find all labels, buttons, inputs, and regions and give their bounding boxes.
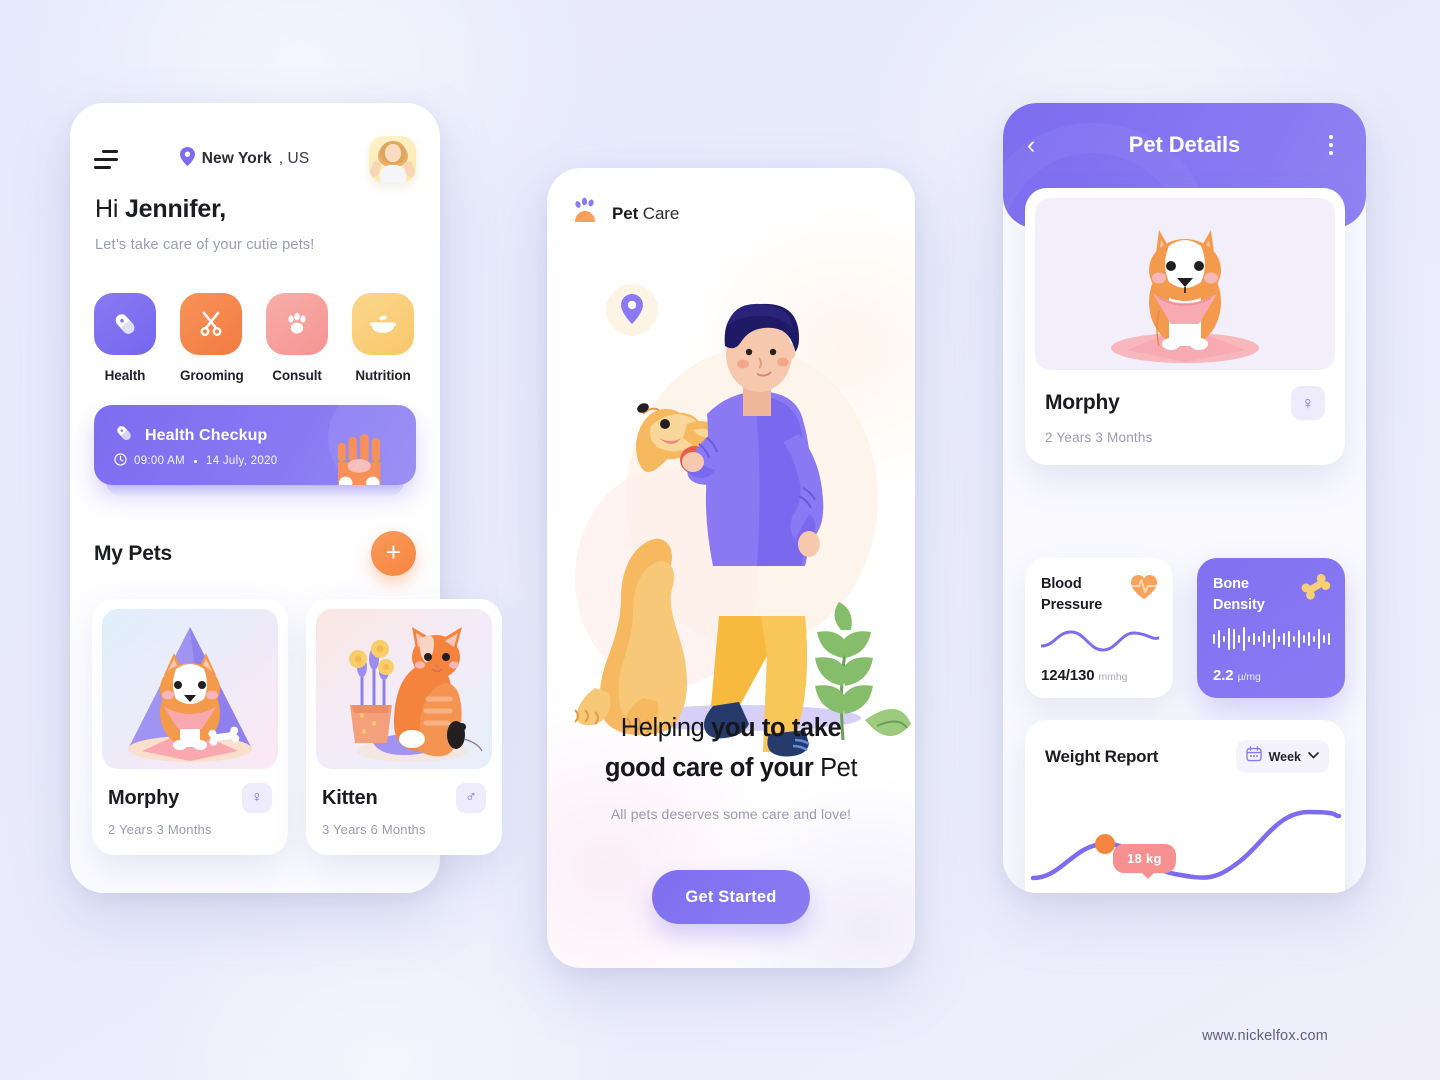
my-pets-header: My Pets + (94, 531, 416, 576)
location-selector[interactable]: New York , US (120, 147, 369, 171)
chevron-left-icon[interactable]: ‹ (1027, 132, 1049, 158)
get-started-button[interactable]: Get Started (652, 870, 810, 924)
category-health[interactable]: Health (94, 293, 156, 383)
bone-icon (1301, 572, 1331, 602)
bone-density-waveform (1213, 624, 1331, 656)
checkup-date: 14 July, 2020 (206, 455, 278, 467)
pet-card-info: Kitten ♂ 3 Years 6 Months (306, 769, 502, 855)
scissors-icon (180, 293, 242, 355)
stat-label: Bone Density (1213, 576, 1265, 613)
bp-wave-graph (1039, 624, 1161, 656)
page-title: Pet Details (1128, 132, 1241, 157)
category-label: Grooming (180, 368, 244, 383)
pet-name: Morphy (108, 786, 180, 809)
stat-value: 124/130 mmhg (1041, 667, 1128, 684)
pet-name: Morphy (1045, 391, 1120, 414)
weight-chart-svg (1030, 809, 1342, 881)
greeting-subtitle: Let’s take care of your cutie pets! (95, 237, 315, 253)
range-label: Week (1268, 749, 1301, 764)
onboarding-screen-phone: Pet Care Helping you to take good care o… (547, 168, 915, 968)
category-list: Health Grooming Consult Nutrition (94, 293, 414, 383)
pet-age: 2 Years 3 Months (108, 822, 212, 837)
heart-rate-icon (1129, 572, 1159, 602)
separator-dot (194, 459, 197, 463)
footer-website-url: www.nickelfox.com (1202, 1028, 1328, 1044)
onboarding-copy: Helping you to take good care of your Pe… (547, 708, 915, 822)
food-bowl-icon (352, 293, 414, 355)
gender-badge-male: ♂ (456, 783, 486, 813)
checkup-time: 09:00 AM (134, 455, 185, 467)
checkup-title: Health Checkup (145, 426, 268, 444)
chevron-down-icon (1308, 751, 1319, 762)
app-brand: Pet Care (571, 196, 679, 231)
onboarding-subtitle: All pets deserves some care and love! (610, 806, 852, 822)
hamburger-menu-icon[interactable] (94, 149, 120, 169)
pill-icon (114, 423, 134, 448)
home-screen-phone: New York , US Hi Jennifer, Let’s take car… (70, 103, 502, 893)
greeting-block: Hi Jennifer, Let’s take care of your cut… (95, 195, 315, 253)
checkup-title-row: Health Checkup (114, 423, 267, 448)
pet-name: Kitten (322, 786, 378, 809)
chart-highlight-point (1095, 834, 1115, 854)
category-label: Consult (272, 368, 322, 383)
onboarding-headline: Helping you to take good care of your Pe… (604, 714, 858, 782)
category-grooming[interactable]: Grooming (180, 293, 244, 383)
add-pet-button[interactable]: + (371, 531, 416, 576)
pet-hero-card[interactable]: Morphy ♀ 2 Years 3 Months (1025, 188, 1345, 465)
calendar-icon (1245, 746, 1262, 767)
home-topbar: New York , US (70, 129, 440, 189)
avatar[interactable] (369, 135, 416, 183)
corgi-dog-illustration (102, 609, 278, 769)
stat-label: Blood Pressure (1041, 576, 1103, 613)
decorative-paw-icon (337, 434, 381, 485)
kebab-menu-icon[interactable] (1320, 135, 1342, 155)
range-selector-week[interactable]: Week (1235, 740, 1329, 773)
category-label: Nutrition (355, 368, 411, 383)
page-title: Hi Jennifer, (95, 195, 226, 223)
corgi-dog-illustration (1035, 198, 1335, 370)
kitten-cat-illustration (316, 609, 492, 769)
paw-icon (266, 293, 328, 355)
pill-icon (94, 293, 156, 355)
weight-report-card: Weight Report Week 18 kg (1025, 720, 1345, 893)
pet-hero-info: Morphy ♀ 2 Years 3 Months (1025, 370, 1345, 465)
stat-card-bone-density[interactable]: Bone Density 2.2 µ/mg (1197, 558, 1345, 698)
pet-card-kitten[interactable]: Kitten ♂ 3 Years 6 Months (306, 599, 502, 855)
chart-tooltip: 18 kg (1113, 844, 1176, 879)
pet-age: 2 Years 3 Months (1045, 430, 1153, 445)
paw-logo-icon (571, 196, 601, 231)
pet-card-list: Morphy ♀ 2 Years 3 Months Kitten ♂ 3 Yea… (92, 599, 502, 855)
my-pets-title: My Pets (94, 541, 172, 565)
pet-details-screen-phone: ‹ Pet Details Morphy ♀ 2 Years 3 Months … (1003, 103, 1366, 893)
location-city: New York (201, 150, 272, 167)
pet-card-morphy[interactable]: Morphy ♀ 2 Years 3 Months (92, 599, 288, 855)
category-consult[interactable]: Consult (266, 293, 328, 383)
stat-card-blood-pressure[interactable]: Blood Pressure 124/130 mmhg (1025, 558, 1173, 698)
pet-age: 3 Years 6 Months (322, 822, 426, 837)
brand-text: Pet Care (612, 203, 680, 223)
health-stats-row: BloodPressure 124/130mmhg BoneDensity (1025, 558, 1345, 698)
stat-value: 2.2 µ/mg (1213, 667, 1261, 684)
category-nutrition[interactable]: Nutrition (352, 293, 414, 383)
map-pin-icon (179, 147, 195, 171)
location-country: , US (278, 150, 310, 167)
health-checkup-card[interactable]: Health Checkup 09:00 AM 14 July, 2020 (94, 405, 416, 485)
pet-card-info: Morphy ♀ 2 Years 3 Months (92, 769, 288, 855)
category-label: Health (104, 368, 146, 383)
checkup-meta: 09:00 AM 14 July, 2020 (114, 453, 277, 469)
gender-badge-female: ♀ (1291, 386, 1325, 420)
clock-icon (114, 453, 127, 469)
gender-badge-female: ♀ (242, 783, 272, 813)
weight-line-chart: 18 kg (1025, 776, 1345, 893)
man-playing-with-dog-illustration (547, 248, 915, 758)
weight-report-title: Weight Report (1045, 746, 1159, 766)
